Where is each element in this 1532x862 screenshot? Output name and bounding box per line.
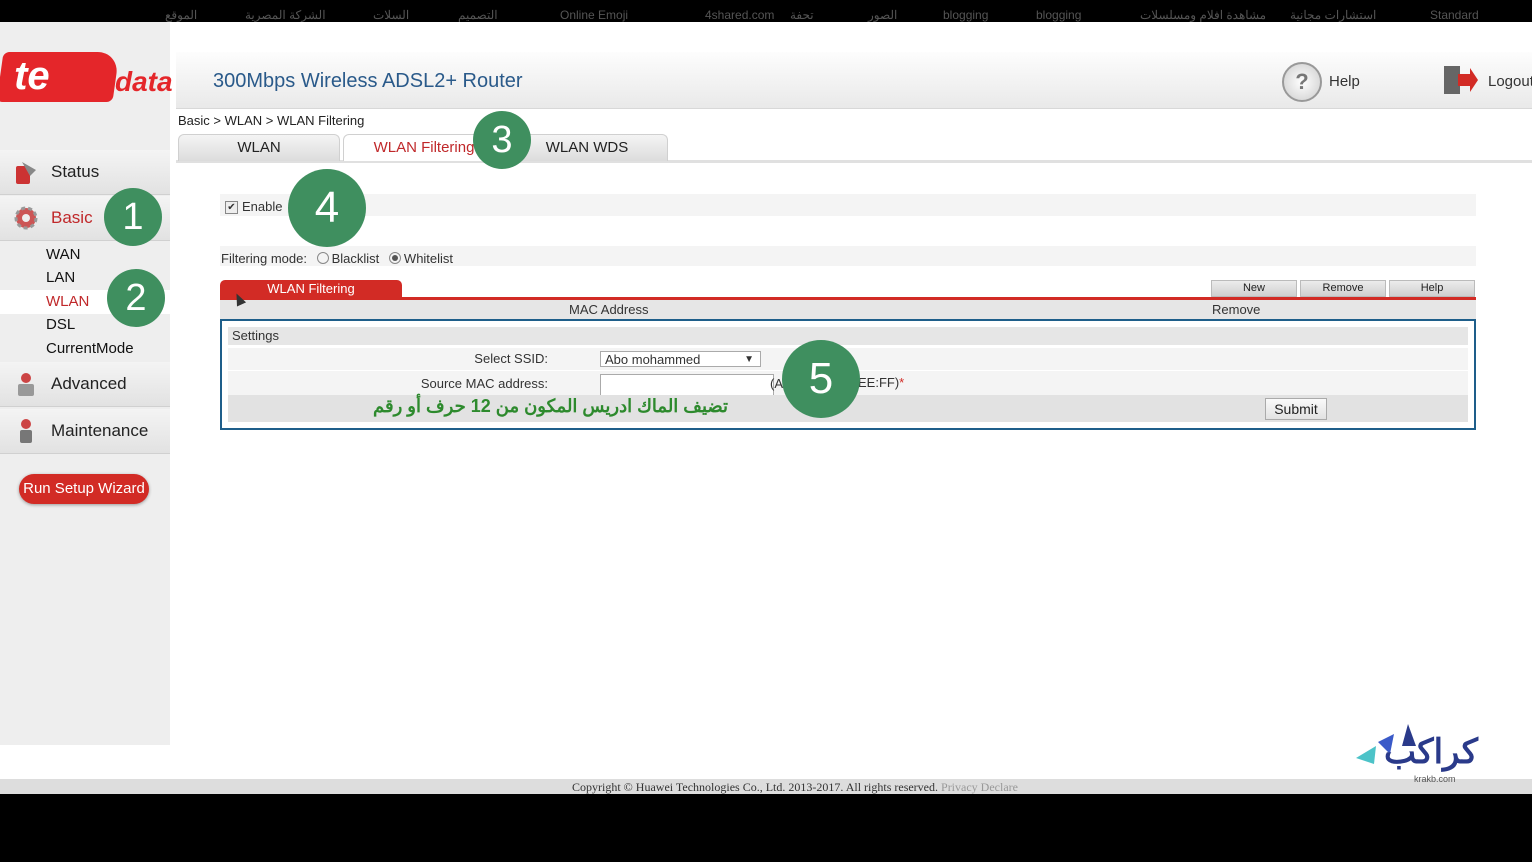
sidebar-sub-lan[interactable]: LAN (46, 269, 75, 286)
enable-label: Enable (242, 199, 283, 214)
step-marker-3: 3 (473, 111, 531, 169)
help-link[interactable]: Help (1329, 73, 1360, 90)
step-marker-5: 5 (782, 340, 860, 418)
bookmark-item[interactable]: Online Emoji (560, 8, 628, 22)
sidebar-sub-dsl[interactable]: DSL (46, 316, 75, 333)
sidebar-item-label: Basic (51, 208, 93, 227)
sidebar-item-advanced[interactable]: Advanced (0, 362, 170, 407)
tab-wlan[interactable]: WLAN (178, 134, 340, 161)
bookmark-item[interactable]: Standard (1430, 8, 1479, 22)
bookmark-item[interactable]: 4shared.com (705, 8, 774, 22)
breadcrumb: Basic > WLAN > WLAN Filtering (178, 113, 365, 128)
te-data-logo: te data (0, 50, 173, 102)
run-setup-wizard-button[interactable]: Run Setup Wizard (19, 474, 149, 504)
bookmark-item[interactable]: blogging (1036, 8, 1081, 22)
enable-checkbox[interactable]: ✔ (225, 201, 238, 215)
column-remove: Remove (1212, 302, 1261, 317)
whitelist-radio[interactable] (388, 251, 401, 264)
bookmark-item[interactable]: الشركة المصرية (245, 8, 326, 22)
enable-control[interactable]: ✔ Enable (225, 199, 283, 215)
bookmark-item[interactable]: الموقع (165, 8, 197, 22)
bookmark-item[interactable]: السلات (373, 8, 409, 22)
ssid-label: Select SSID: (474, 351, 548, 366)
sidebar: te data Status Basic WAN LAN WLAN DSL Cu… (0, 22, 173, 745)
privacy-link[interactable]: Privacy Declare (941, 780, 1018, 794)
wlan-filtering-table-tab: WLAN Filtering (220, 280, 402, 297)
sidebar-item-maintenance[interactable]: Maintenance (0, 409, 170, 454)
router-page: te data Status Basic WAN LAN WLAN DSL Cu… (0, 22, 1532, 794)
sidebar-sub-wlan[interactable]: WLAN (46, 293, 89, 310)
bookmark-item[interactable]: استشارات مجانية (1290, 8, 1376, 22)
krakb-watermark: كراكب krakb.com (1356, 722, 1506, 792)
step-marker-4: 4 (288, 169, 366, 247)
mac-label: Source MAC address: (420, 376, 548, 391)
logout-icon[interactable] (1442, 64, 1478, 96)
sidebar-item-label: Maintenance (51, 421, 149, 440)
sidebar-sub-currentmode[interactable]: CurrentMode (46, 340, 134, 357)
table-help-button[interactable]: Help (1389, 280, 1475, 297)
gear-icon (14, 206, 38, 230)
sidebar-item-status[interactable]: Status (0, 150, 170, 195)
bookmark-item[interactable]: مشاهدة افلام ومسلسلات (1140, 8, 1266, 22)
tab-bar: WLAN WLAN Filtering WLAN WDS (176, 130, 1532, 163)
header: 300Mbps Wireless ADSL2+ Router ? Help Lo… (176, 52, 1532, 109)
page-title: 300Mbps Wireless ADSL2+ Router (213, 70, 523, 92)
annotation-arabic-text: تضيف الماك ادريس المكون من 12 حرف أو رقم (373, 396, 728, 416)
settings-title: Settings (228, 327, 1468, 345)
column-mac-address: MAC Address (569, 302, 649, 317)
bookmark-item[interactable]: الصور (868, 8, 897, 22)
status-icon (16, 162, 36, 184)
bookmarks-bar: الموقع الشركة المصرية السلات التصميم Onl… (0, 0, 1532, 22)
whitelist-label: Whitelist (403, 251, 454, 266)
bookmark-item[interactable]: تحفة (790, 8, 814, 22)
copyright-text: Copyright © Huawei Technologies Co., Ltd… (572, 780, 1018, 794)
maintenance-icon (20, 419, 32, 443)
sidebar-item-label: Status (51, 162, 100, 181)
enable-row (220, 194, 1476, 216)
bookmark-item[interactable]: التصميم (458, 8, 498, 22)
sidebar-sub-wan[interactable]: WAN (46, 246, 80, 263)
blacklist-label: Blacklist (331, 251, 380, 266)
step-marker-2: 2 (107, 269, 165, 327)
bookmark-item[interactable]: blogging (943, 8, 988, 22)
advanced-icon (18, 373, 34, 396)
dropdown-arrow-icon: ▼ (744, 354, 754, 365)
help-icon[interactable]: ? (1282, 62, 1322, 102)
submit-button[interactable]: Submit (1265, 398, 1327, 420)
new-button[interactable]: New (1211, 280, 1297, 297)
remove-button[interactable]: Remove (1300, 280, 1386, 297)
filtering-mode: Filtering mode: Blacklist Whitelist (221, 251, 453, 266)
blacklist-radio[interactable] (316, 251, 329, 264)
mac-table-header: MAC Address Remove (220, 300, 1476, 319)
filtering-mode-label: Filtering mode: (221, 251, 307, 266)
step-marker-1: 1 (104, 188, 162, 246)
mac-hint-right: EE:FF)* (858, 375, 905, 390)
ssid-value: Abo mohammed (605, 352, 701, 367)
ssid-select[interactable]: Abo mohammed ▼ (600, 351, 761, 367)
video-letterbox (0, 794, 1532, 862)
sidebar-item-label: Advanced (51, 374, 127, 393)
logout-link[interactable]: Logout (1488, 73, 1532, 90)
